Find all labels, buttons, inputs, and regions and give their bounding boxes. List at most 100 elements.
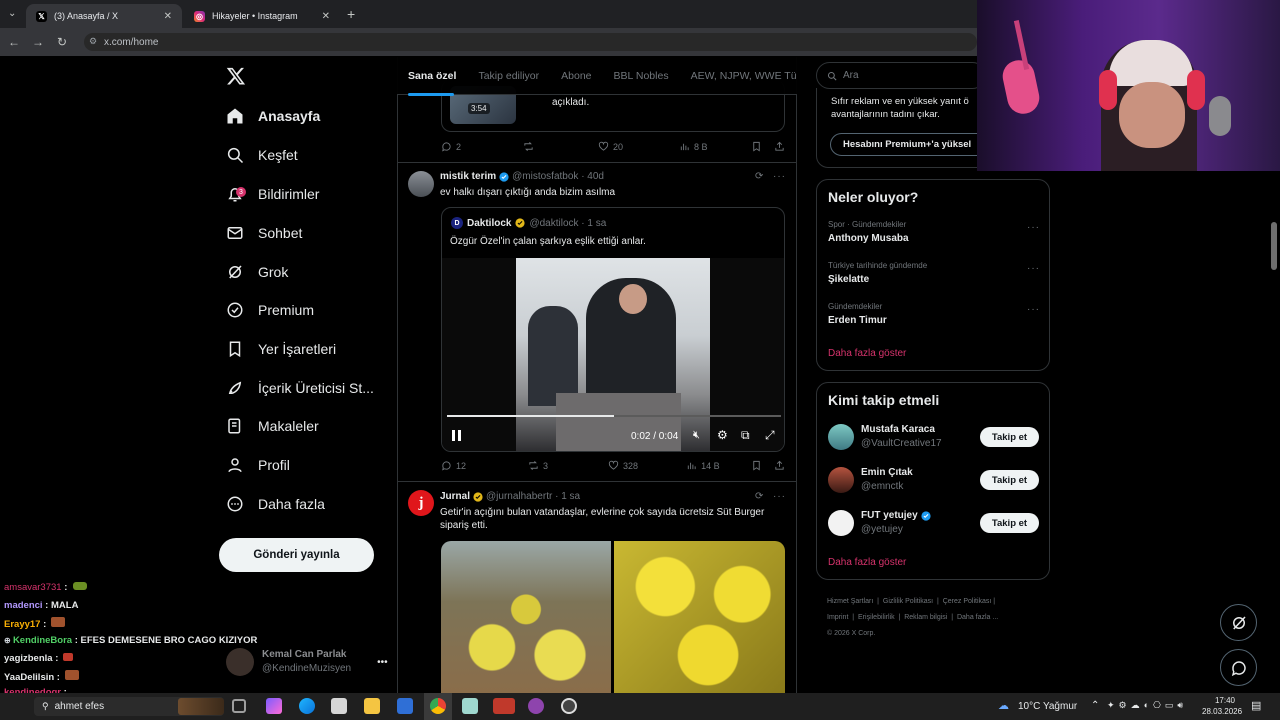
- explorer-icon[interactable]: [364, 698, 380, 714]
- footer-link-cookies[interactable]: Çerez Politikası: [943, 598, 992, 605]
- views-button[interactable]: 14 B: [686, 460, 720, 471]
- follow-button[interactable]: Takip et: [980, 470, 1039, 490]
- grok-float-button[interactable]: [1220, 604, 1257, 641]
- obs-icon[interactable]: [561, 698, 577, 714]
- follow-show-more-link[interactable]: Daha fazla göster: [828, 557, 906, 568]
- author-name[interactable]: Jurnal: [440, 491, 470, 502]
- nav-item-messages[interactable]: Sohbet: [226, 218, 302, 248]
- views-button[interactable]: 8 B: [679, 141, 708, 152]
- post-image-burgers-left[interactable]: [441, 541, 611, 693]
- post-menu-icon[interactable]: ···: [773, 491, 786, 502]
- trend-menu-icon[interactable]: ···: [1027, 222, 1040, 233]
- tab-bbl-nobles[interactable]: BBL Nobles: [614, 70, 669, 82]
- mute-icon[interactable]: 🔇︎: [693, 429, 700, 442]
- footer-link-terms[interactable]: Hizmet Şartları: [827, 598, 873, 605]
- account-switcher[interactable]: Kemal Can Parlak @KendineMuzisyen •••: [226, 648, 388, 676]
- grok-explain-icon[interactable]: ⟳: [755, 171, 763, 182]
- nav-item-creator-studio[interactable]: İçerik Üreticisi St...: [226, 373, 374, 403]
- edge-icon[interactable]: [299, 698, 315, 714]
- video-player[interactable]: 0:02 / 0:04 🔇︎ ⚙ ⧉ ⤢: [442, 258, 784, 451]
- tab-search-icon[interactable]: ⌄: [8, 8, 16, 19]
- repost-button[interactable]: 3: [528, 460, 548, 471]
- nav-item-home[interactable]: Anasayfa: [226, 101, 320, 131]
- reply-button[interactable]: 2: [441, 141, 461, 152]
- browser-tab-instagram[interactable]: ◎ Hikayeler • Instagram ✕: [184, 4, 340, 28]
- messages-float-button[interactable]: [1220, 649, 1257, 686]
- follow-button[interactable]: Takip et: [980, 513, 1039, 533]
- like-button[interactable]: 328: [608, 460, 638, 471]
- quoted-post[interactable]: D Daktilock @daktilock · 1 sa Özgür Özel…: [441, 207, 785, 452]
- fullscreen-icon[interactable]: ⤢: [765, 428, 775, 443]
- follow-suggestion[interactable]: FUT yetujey @yetujey Takip et: [828, 509, 1040, 537]
- trend-item[interactable]: Spor · Gündemdekiler Anthony Musaba ···: [828, 220, 1040, 244]
- post-image-burgers-right[interactable]: [614, 541, 785, 693]
- follow-button[interactable]: Takip et: [980, 427, 1039, 447]
- trend-item[interactable]: Gündemdekiler Erden Timur ···: [828, 302, 1040, 326]
- avatar[interactable]: j: [408, 490, 434, 516]
- search-input[interactable]: Ara: [816, 62, 986, 89]
- tray-icons[interactable]: ✦⚙☁◐⎔▭🔊︎: [1107, 700, 1187, 711]
- site-info-icon[interactable]: ⚙: [89, 36, 97, 47]
- footer-link-more[interactable]: Daha fazla ...: [957, 614, 998, 621]
- nav-item-premium[interactable]: Premium: [226, 295, 314, 325]
- clock-time[interactable]: 17:40: [1212, 696, 1238, 705]
- browser-tab-x[interactable]: 𝕏 (3) Anasayfa / X ✕: [26, 4, 182, 28]
- copilot-icon[interactable]: [266, 698, 282, 714]
- premium-upgrade-button[interactable]: Hesabını Premium+'a yüksel: [830, 133, 990, 156]
- close-icon[interactable]: ✕: [322, 11, 330, 22]
- follow-suggestion[interactable]: Emin Çıtak @emnctk Takip et: [828, 466, 1040, 494]
- tray-chevron-icon[interactable]: ⌃: [1091, 700, 1099, 711]
- like-button[interactable]: 20: [598, 141, 623, 152]
- nav-item-more[interactable]: Daha fazla: [226, 489, 325, 519]
- chrome-icon[interactable]: [430, 698, 446, 714]
- clock-date[interactable]: 28.03.2026: [1202, 707, 1242, 716]
- bookmark-button[interactable]: [751, 141, 762, 152]
- share-button[interactable]: [774, 460, 785, 471]
- footer-link-accessibility[interactable]: Erişilebilirlik: [858, 614, 895, 621]
- task-view-icon[interactable]: [232, 699, 246, 713]
- footer-link-imprint[interactable]: Imprint: [827, 614, 848, 621]
- x-logo-icon[interactable]: [226, 66, 246, 91]
- tab-wrestling[interactable]: AEW, NJPW, WWE Türki: [691, 70, 797, 82]
- close-icon[interactable]: ✕: [164, 11, 172, 22]
- reply-button[interactable]: 12: [441, 460, 466, 471]
- grok-explain-icon[interactable]: ⟳: [755, 491, 763, 502]
- author-name[interactable]: mistik terim: [440, 171, 496, 182]
- tab-following[interactable]: Takip ediliyor: [478, 70, 539, 82]
- nav-item-articles[interactable]: Makaleler: [226, 411, 319, 441]
- dock-icon[interactable]: ⧉: [741, 428, 750, 443]
- trend-menu-icon[interactable]: ···: [1027, 304, 1040, 315]
- discord-icon[interactable]: [528, 698, 544, 714]
- notes-icon[interactable]: [462, 698, 478, 714]
- repost-button[interactable]: [523, 141, 534, 152]
- nav-item-profile[interactable]: Profil: [226, 450, 290, 480]
- footer-link-privacy[interactable]: Gizlilik Politikası: [883, 598, 933, 605]
- mail-app-icon[interactable]: [397, 698, 413, 714]
- video-editor-icon[interactable]: [493, 698, 515, 714]
- post-menu-icon[interactable]: ···: [773, 171, 786, 182]
- taskbar-search[interactable]: ⚲ ahmet efes: [34, 697, 224, 716]
- footer-link-ads[interactable]: Reklam bilgisi: [904, 614, 947, 621]
- forward-icon[interactable]: →: [26, 35, 50, 49]
- settings-icon[interactable]: ⚙: [717, 428, 728, 442]
- notification-center-icon[interactable]: ▤: [1251, 699, 1261, 712]
- tab-for-you[interactable]: Sana özel: [408, 70, 456, 82]
- new-tab-icon[interactable]: +: [347, 6, 355, 22]
- bookmark-button[interactable]: [751, 460, 762, 471]
- more-dots-icon[interactable]: •••: [377, 657, 388, 668]
- trend-item[interactable]: Türkiye tarihinde gündemde Şikelatte ···: [828, 261, 1040, 285]
- nav-item-bookmarks[interactable]: Yer İşaretleri: [226, 334, 336, 364]
- store-icon[interactable]: [331, 698, 347, 714]
- avatar[interactable]: [408, 171, 434, 197]
- share-button[interactable]: [774, 141, 785, 152]
- pause-icon[interactable]: [452, 430, 461, 441]
- follow-suggestion[interactable]: Mustafa Karaca @VaultCreative17 Takip et: [828, 423, 1040, 451]
- nav-item-notifications[interactable]: 3 Bildirimler: [226, 179, 319, 209]
- page-scrollbar-thumb[interactable]: [1271, 222, 1277, 270]
- trend-menu-icon[interactable]: ···: [1027, 263, 1040, 274]
- address-bar[interactable]: ⚙ x.com/home: [84, 33, 977, 51]
- tab-subscribed[interactable]: Abone: [561, 70, 591, 82]
- nav-item-explore[interactable]: Keşfet: [226, 140, 298, 170]
- weather-text[interactable]: 10°C Yağmur: [1018, 701, 1077, 712]
- post-button[interactable]: Gönderi yayınla: [219, 538, 374, 572]
